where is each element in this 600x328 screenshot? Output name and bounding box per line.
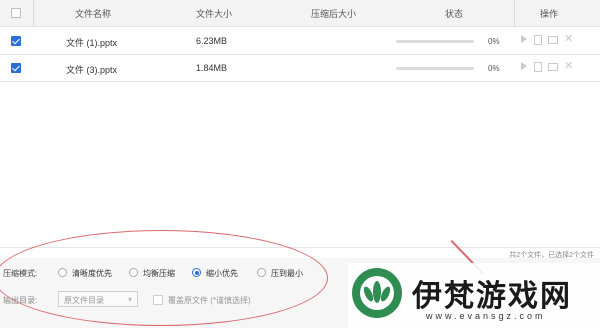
folder-icon[interactable] [548, 36, 558, 44]
table-row[interactable]: 文件 (3).pptx 1.84MB 0% ✕ [0, 55, 600, 82]
table-header: 文件名称 文件大小 压缩后大小 状态 操作 [0, 0, 600, 27]
document-icon[interactable] [534, 35, 542, 45]
progress-bar [396, 67, 474, 70]
row-checkbox[interactable] [11, 36, 21, 46]
annotation-ellipse [0, 230, 328, 326]
header-operations: 操作 [540, 9, 559, 19]
progress-percent: 0% [488, 37, 500, 46]
watermark-url: www.evansgz.com [426, 311, 546, 321]
close-icon[interactable]: ✕ [564, 34, 573, 45]
table-row[interactable]: 文件 (1).pptx 6.23MB 0% ✕ [0, 28, 600, 55]
document-icon[interactable] [534, 62, 542, 72]
file-size: 6.23MB [196, 36, 228, 46]
header-file-size: 文件大小 [196, 9, 233, 19]
file-size: 1.84MB [196, 63, 228, 73]
row-operations: ✕ [519, 34, 573, 45]
header-compressed-size: 压缩后大小 [311, 9, 357, 19]
play-icon[interactable] [519, 35, 528, 45]
play-icon[interactable] [519, 62, 528, 72]
progress-percent: 0% [488, 64, 500, 73]
watermark-logo-icon [352, 268, 402, 318]
row-checkbox[interactable] [11, 63, 21, 73]
file-name: 文件 (3).pptx [66, 65, 118, 75]
watermark-title: 伊梵游戏网 [412, 279, 572, 314]
folder-icon[interactable] [548, 63, 558, 71]
header-status: 状态 [445, 9, 464, 19]
file-name: 文件 (1).pptx [66, 38, 118, 48]
header-file-name: 文件名称 [75, 9, 112, 19]
progress-bar [396, 40, 474, 43]
row-operations: ✕ [519, 61, 573, 72]
logo-inner [360, 276, 394, 310]
close-icon[interactable]: ✕ [564, 61, 573, 72]
leaf-shape [378, 285, 393, 303]
header-divider [33, 0, 34, 26]
select-all-checkbox[interactable] [11, 8, 21, 18]
header-divider [514, 0, 515, 26]
